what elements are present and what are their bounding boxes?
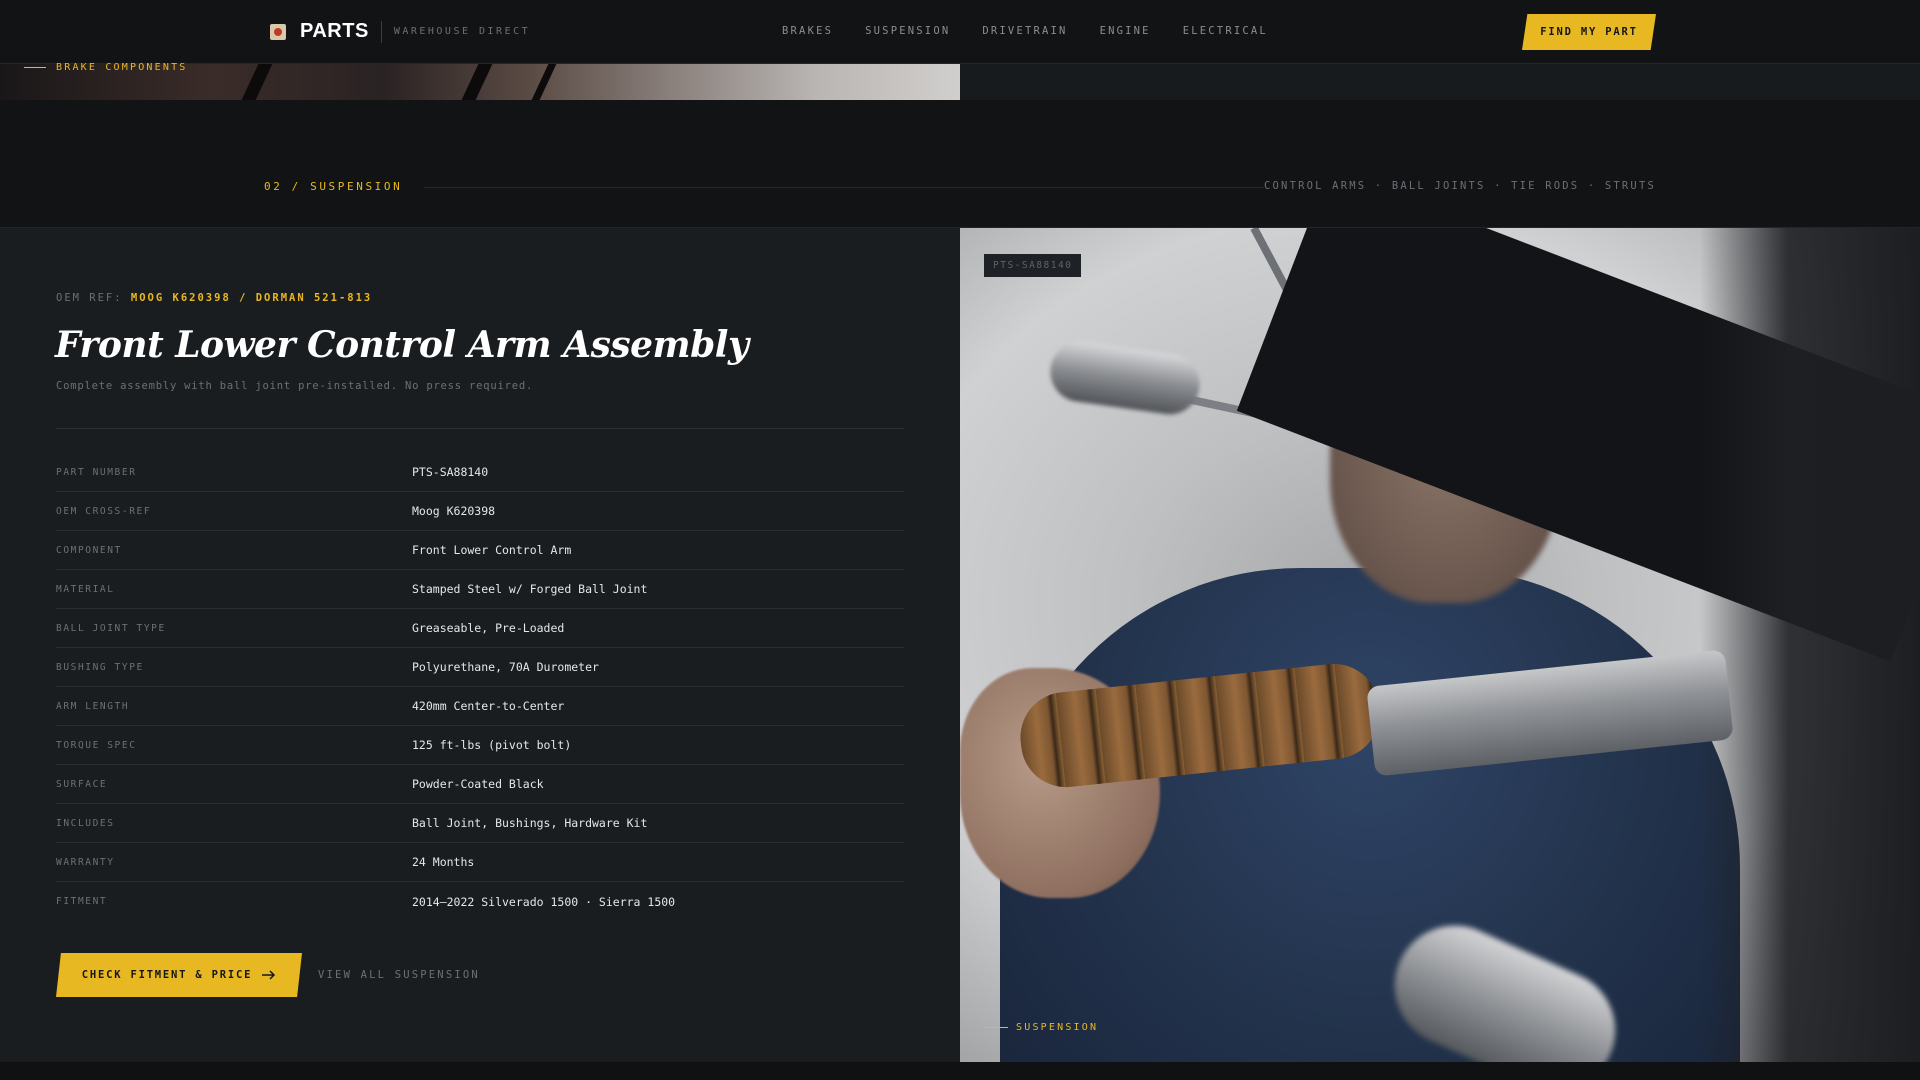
spec-value: 24 Months	[412, 855, 475, 869]
section-rule	[424, 187, 1264, 188]
spec-key: TORQUE SPEC	[56, 739, 137, 751]
oem-label: OEM REF:	[56, 292, 123, 304]
spec-row: FITMENT 2014–2022 Silverado 1500 · Sierra…	[56, 882, 904, 921]
product-subtitle: Complete assembly with ball joint pre-in…	[56, 380, 534, 392]
previous-section-panel	[960, 64, 1920, 100]
spec-row: OEM CROSS-REF Moog K620398	[56, 492, 904, 531]
logo[interactable]: PARTS WAREHOUSE DIRECT	[270, 20, 530, 43]
nav-link-electrical[interactable]: ELECTRICAL	[1183, 25, 1268, 37]
section-header: 02 / SUSPENSION CONTROL ARMS · BALL JOIN…	[0, 100, 1920, 228]
spec-row: ARM LENGTH 420mm Center-to-Center	[56, 687, 904, 726]
view-all-suspension-link[interactable]: VIEW ALL SUSPENSION	[318, 969, 480, 981]
top-nav: PARTS WAREHOUSE DIRECT BRAKES SUSPENSION…	[0, 0, 1920, 64]
spec-key: ARM LENGTH	[56, 700, 130, 712]
spec-table: PART NUMBER PTS-SA88140 OEM CROSS-REF Moog…	[56, 453, 904, 921]
nav-link-suspension[interactable]: SUSPENSION	[865, 25, 950, 37]
spec-value: Ball Joint, Bushings, Hardware Kit	[412, 816, 648, 830]
spec-key: MATERIAL	[56, 583, 115, 595]
spec-key: COMPONENT	[56, 544, 122, 556]
spec-value: Powder-Coated Black	[412, 777, 544, 791]
label-dash	[984, 1027, 1008, 1028]
spec-key: PART NUMBER	[56, 466, 137, 478]
spec-key: WARRANTY	[56, 856, 115, 868]
spec-value: 420mm Center-to-Center	[412, 699, 565, 713]
spec-row: BUSHING TYPE Polyurethane, 70A Durometer	[56, 648, 904, 687]
label-dash	[24, 67, 46, 68]
photo-part-tag: PTS-SA88140	[984, 254, 1082, 277]
nav-link-drivetrain[interactable]: DRIVETRAIN	[982, 25, 1067, 37]
spec-value: 2014–2022 Silverado 1500 · Sierra 1500	[412, 894, 676, 909]
spec-row: INCLUDES Ball Joint, Bushings, Hardware K…	[56, 804, 904, 843]
product-title: Front Lower Control Arm Assembly	[55, 324, 749, 366]
logo-icon	[270, 23, 286, 40]
nav-link-brakes[interactable]: BRAKES	[782, 25, 833, 37]
spec-value: Moog K620398	[412, 504, 496, 518]
spec-row: SURFACE Powder-Coated Black	[56, 765, 904, 804]
spec-row: BALL JOINT TYPE Greaseable, Pre-Loaded	[56, 609, 904, 648]
previous-section-label: BRAKE COMPONENTS	[24, 62, 188, 73]
spec-key: OEM CROSS-REF	[56, 505, 152, 517]
logo-divider	[380, 20, 382, 43]
spec-row: PART NUMBER PTS-SA88140	[56, 453, 904, 492]
spec-key: INCLUDES	[56, 817, 115, 829]
spec-row: WARRANTY 24 Months	[56, 843, 904, 882]
spec-row: COMPONENT Front Lower Control Arm	[56, 531, 904, 570]
spec-key: SURFACE	[56, 778, 108, 790]
product-detail-panel: OEM REF: MOOG K620398 / DORMAN 521-813 F…	[0, 228, 960, 1062]
nav-links: BRAKES SUSPENSION DRIVETRAIN ENGINE ELEC…	[782, 25, 1268, 37]
check-fitment-button[interactable]: CHECK FITMENT & PRICE	[56, 953, 302, 997]
divider	[56, 428, 904, 429]
logo-text: PARTS	[300, 20, 369, 42]
spec-row: TORQUE SPEC 125 ft-lbs (pivot bolt)	[56, 726, 904, 765]
spec-key: BALL JOINT TYPE	[56, 622, 166, 634]
oem-reference: OEM REF: MOOG K620398 / DORMAN 521-813	[56, 292, 372, 304]
check-fitment-label: CHECK FITMENT & PRICE	[81, 969, 253, 981]
logo-subtitle: WAREHOUSE DIRECT	[393, 26, 531, 37]
spec-value: 125 ft-lbs (pivot bolt)	[412, 738, 572, 752]
spec-value: PTS-SA88140	[412, 465, 489, 479]
product-photo	[960, 228, 1920, 1062]
spec-value: Front Lower Control Arm	[412, 543, 572, 557]
spec-key: BUSHING TYPE	[56, 661, 144, 673]
spec-value: Polyurethane, 70A Durometer	[412, 660, 599, 674]
oem-value: MOOG K620398 / DORMAN 521-813	[130, 292, 373, 304]
section-index: 02 / SUSPENSION	[264, 180, 403, 193]
section-categories: CONTROL ARMS · BALL JOINTS · TIE RODS · …	[1264, 180, 1656, 192]
nav-link-engine[interactable]: ENGINE	[1100, 25, 1151, 37]
photo-category-text: SUSPENSION	[1016, 1022, 1099, 1033]
spec-key: FITMENT	[56, 896, 108, 907]
spec-value: Stamped Steel w/ Forged Ball Joint	[412, 582, 648, 596]
spec-value: Greaseable, Pre-Loaded	[412, 621, 565, 635]
find-my-part-button[interactable]: FIND MY PART	[1522, 14, 1656, 50]
spec-row: MATERIAL Stamped Steel w/ Forged Ball Joi…	[56, 570, 904, 609]
next-section-strip	[0, 1062, 1920, 1080]
photo-part-number: PTS-SA88140	[993, 260, 1073, 271]
previous-section-title: BRAKE COMPONENTS	[56, 62, 188, 73]
arrow-right-icon	[262, 970, 276, 980]
photo-category-label: SUSPENSION	[984, 1022, 1098, 1033]
